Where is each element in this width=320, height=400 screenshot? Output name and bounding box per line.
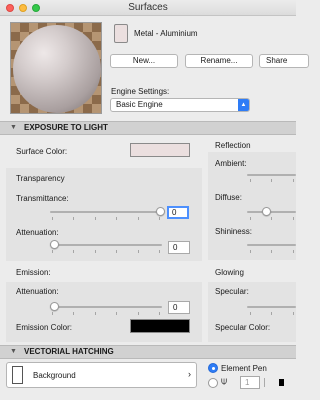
custom-pen-radio[interactable] xyxy=(208,378,218,388)
glowing-header: Glowing xyxy=(215,268,244,277)
pen-color-preview[interactable] xyxy=(264,378,284,387)
preview-sphere xyxy=(13,25,101,113)
attenuation-slider-knob[interactable] xyxy=(50,240,59,249)
rename-button[interactable]: Rename... xyxy=(185,54,253,68)
transmittance-field[interactable]: 0 xyxy=(167,206,189,219)
disclosure-triangle-icon: ▼ xyxy=(10,124,17,131)
share-button[interactable]: Share xyxy=(259,54,309,68)
surface-color-label: Surface Color: xyxy=(16,147,68,156)
pen-number-field[interactable]: 1 xyxy=(240,376,260,389)
chevron-updown-icon: ▲ xyxy=(238,99,249,111)
emission-color-label: Emission Color: xyxy=(16,323,73,332)
transparency-header: Transparency xyxy=(16,174,65,183)
reflection-header: Reflection xyxy=(215,141,251,150)
element-pen-radio[interactable] xyxy=(208,363,218,373)
emission-attenuation-slider-knob[interactable] xyxy=(50,302,59,311)
material-preview xyxy=(10,22,102,114)
engine-select[interactable]: Basic Engine ▲ xyxy=(110,98,250,112)
emission-attenuation-field[interactable]: 0 xyxy=(168,301,190,314)
new-button[interactable]: New... xyxy=(110,54,178,68)
ambient-slider-track xyxy=(247,174,296,176)
material-header: Metal - Aluminium New... Rename... Share… xyxy=(0,16,309,120)
section-exposure-to-light[interactable]: ▼ EXPOSURE TO LIGHT xyxy=(0,121,296,135)
material-swatch[interactable] xyxy=(114,24,128,43)
diffuse-slider-track xyxy=(247,211,296,213)
section-exposure-label: EXPOSURE TO LIGHT xyxy=(24,123,108,132)
emission-attenuation-slider-track xyxy=(50,306,162,308)
specular-ticks xyxy=(250,312,296,315)
shininess-label: Shininess: xyxy=(215,227,252,236)
shininess-ticks xyxy=(250,250,296,253)
specular-slider-track xyxy=(247,306,296,308)
material-name: Metal - Aluminium xyxy=(134,29,198,38)
section-hatching-label: VECTORIAL HATCHING xyxy=(24,347,114,356)
background-label: Background xyxy=(33,371,76,380)
transmittance-label: Transmittance: xyxy=(16,194,69,203)
shininess-slider-track xyxy=(247,244,296,246)
transmittance-slider-track xyxy=(50,211,162,213)
pen-icon: ⍦ xyxy=(221,376,227,387)
engine-select-value: Basic Engine xyxy=(116,100,163,109)
background-hatch-selector[interactable]: Background › xyxy=(6,362,197,388)
section-vectorial-hatching[interactable]: ▼ VECTORIAL HATCHING xyxy=(0,345,296,359)
transmittance-slider-knob[interactable] xyxy=(156,207,165,216)
ambient-label: Ambient: xyxy=(215,159,247,168)
attenuation-label: Attenuation: xyxy=(16,228,59,237)
chevron-right-icon: › xyxy=(188,369,191,379)
emission-attenuation-ticks xyxy=(52,312,160,315)
window-title: Surfaces xyxy=(128,2,168,13)
diffuse-ticks xyxy=(250,217,296,220)
title-bar: Surfaces xyxy=(0,0,296,16)
engine-settings-label: Engine Settings: xyxy=(111,87,170,96)
specular-color-label: Specular Color: xyxy=(215,323,271,332)
pen-color-swatch xyxy=(279,379,284,386)
diffuse-slider-knob[interactable] xyxy=(262,207,271,216)
emission-attenuation-label: Attenuation: xyxy=(16,287,59,296)
surface-color-well[interactable] xyxy=(130,143,190,157)
emission-header: Emission: xyxy=(16,268,51,277)
specular-label: Specular: xyxy=(215,287,249,296)
ambient-ticks xyxy=(250,179,296,182)
disclosure-triangle-icon: ▼ xyxy=(10,348,17,355)
diffuse-label: Diffuse: xyxy=(215,193,242,202)
emission-color-well[interactable] xyxy=(130,319,190,333)
attenuation-field[interactable]: 0 xyxy=(168,241,190,254)
transmittance-ticks xyxy=(52,217,160,220)
hatch-swatch xyxy=(12,366,23,384)
attenuation-ticks xyxy=(52,250,160,253)
element-pen-label: Element Pen xyxy=(221,364,267,373)
attenuation-slider-track xyxy=(50,244,162,246)
